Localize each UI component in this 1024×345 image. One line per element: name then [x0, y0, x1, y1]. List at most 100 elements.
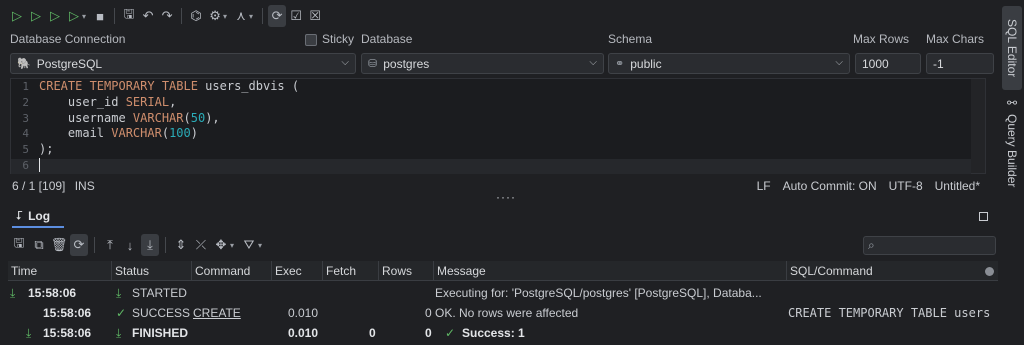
database-value: postgres	[383, 56, 430, 71]
column-header-fetch[interactable]: Fetch	[323, 261, 379, 281]
max-rows-input[interactable]: 1000	[855, 53, 921, 74]
execute-current-icon[interactable]: ▷	[27, 5, 45, 27]
sticky-checkbox[interactable]	[305, 34, 317, 46]
database-connection-value: PostgreSQL	[36, 56, 103, 71]
auto-commit-status[interactable]: Auto Commit: ON	[783, 179, 877, 193]
tab-log[interactable]: ⮦ Log	[16, 208, 50, 223]
line-number: 4	[22, 127, 29, 141]
toolbar-separator	[165, 237, 166, 253]
active-tab-indicator	[12, 226, 64, 228]
row-status: FINISHED	[132, 326, 189, 340]
toolbar-separator	[181, 8, 183, 24]
auto-commit-toggle-icon[interactable]: ⟳	[268, 5, 287, 27]
settings-menu-caret-icon[interactable]: ▾	[223, 12, 227, 21]
schema-select[interactable]: ⚭ public ⌵	[608, 53, 850, 74]
row-exec: 0.010	[288, 306, 319, 320]
redo-history-icon[interactable]: ↷	[158, 5, 176, 27]
tab-query-builder[interactable]: ⚯ Query Builder	[1002, 94, 1022, 190]
success-check-icon: ✓	[116, 306, 127, 320]
max-rows-value: 1000	[862, 56, 889, 71]
chevron-down-icon: ⌵	[341, 57, 349, 68]
undo-history-icon[interactable]: ↶	[139, 5, 157, 27]
collapse-icon[interactable]: ⤫	[192, 234, 210, 256]
code-line: username VARCHAR(50),	[39, 110, 220, 125]
file-name: Untitled*	[934, 179, 980, 193]
cursor-position: 6 / 1 [109]	[12, 179, 66, 193]
code-line: CREATE TEMPORARY TABLE users_dbvis (	[39, 79, 300, 93]
database-icon: ⛁	[368, 58, 378, 70]
table-row[interactable]: 15:58:06 ✓ SUCCESS CREATE 0.010 0 OK. No…	[8, 303, 998, 323]
max-rows-label: Max Rows	[853, 32, 910, 46]
execute-menu-caret-icon[interactable]: ▾	[82, 12, 86, 21]
settings-gear-icon[interactable]: ⚙	[206, 5, 224, 27]
sql-editor[interactable]: 1 2 3 4 5 6 CREATE TEMPORARY TABLE users…	[10, 78, 986, 174]
copy-icon[interactable]: ⧉	[30, 234, 48, 256]
auto-scroll-icon[interactable]: ⤓	[141, 234, 159, 256]
max-chars-value: -1	[933, 56, 944, 71]
scroll-down-icon[interactable]: ↓	[121, 234, 139, 256]
line-number: 6	[22, 158, 29, 172]
log-search-input[interactable]: ⌕	[863, 236, 996, 255]
max-chars-input[interactable]: -1	[926, 53, 994, 74]
save-icon[interactable]: 🖫	[120, 5, 138, 27]
filter-icon[interactable]: ⛛	[240, 234, 258, 256]
database-connection-select[interactable]: 🐘 PostgreSQL ⌵	[10, 53, 356, 74]
row-exec: 0.010	[288, 326, 319, 340]
insert-mode: INS	[74, 179, 95, 193]
row-command-link[interactable]: CREATE	[193, 306, 241, 320]
execute-buffer-icon[interactable]: ▷	[46, 5, 64, 27]
move-icon[interactable]: ✥	[212, 234, 230, 256]
commit-mode-icon[interactable]: ⋏	[232, 5, 250, 27]
code-line: user_id SERIAL,	[39, 94, 177, 109]
code-line	[39, 157, 299, 174]
success-check-icon: ✓	[445, 326, 456, 340]
editor-status-left: 6 / 1 [109] INS	[12, 179, 95, 193]
move-menu-caret-icon[interactable]: ▾	[230, 241, 234, 250]
sql-code[interactable]: CREATE TEMPORARY TABLE users_dbvis ( use…	[39, 79, 299, 174]
scroll-top-icon[interactable]: ⤒	[101, 234, 119, 256]
commit-menu-caret-icon[interactable]: ▾	[249, 12, 253, 21]
column-header-rows[interactable]: Rows	[379, 261, 434, 281]
database-select[interactable]: ⛁ postgres ⌵	[361, 53, 604, 74]
execute-explain-icon[interactable]: ▷	[65, 5, 83, 27]
line-number-gutter: 1 2 3 4 5 6	[11, 79, 33, 174]
encoding[interactable]: UTF-8	[889, 179, 923, 193]
column-options-icon[interactable]	[985, 267, 994, 276]
column-header-status[interactable]: Status	[112, 261, 192, 281]
delete-icon[interactable]: 🗑	[50, 234, 68, 256]
table-row[interactable]: ⤓ 15:58:06 ⤓ STARTED Executing for: 'Pos…	[8, 283, 998, 303]
row-message: Executing for: 'PostgreSQL/postgres' [Po…	[435, 286, 762, 300]
chevron-down-icon: ⌵	[835, 57, 843, 68]
row-rows: 0	[425, 306, 432, 320]
expand-icon[interactable]: ⇕	[172, 234, 190, 256]
splitter-handle[interactable]: ····	[496, 190, 516, 204]
row-time: 15:58:06	[28, 286, 77, 300]
column-header-time[interactable]: Time	[8, 261, 112, 281]
toolbar-separator	[94, 237, 95, 253]
column-header-sql-command[interactable]: SQL/Command	[787, 261, 998, 281]
commit-icon[interactable]: ☑	[287, 5, 305, 27]
save-log-icon[interactable]: 🖫	[10, 234, 28, 256]
column-header-exec[interactable]: Exec	[272, 261, 323, 281]
right-side-panel: SQL Editor ⚯ Query Builder	[1002, 0, 1024, 200]
rollback-icon[interactable]: ☒	[306, 5, 324, 27]
row-time: 15:58:06	[43, 306, 92, 320]
maximize-icon[interactable]	[979, 212, 988, 221]
line-ending[interactable]: LF	[757, 179, 771, 193]
execute-icon[interactable]: ▷	[8, 5, 26, 27]
stop-icon[interactable]: ■	[91, 5, 109, 27]
database-connection-label: Database Connection	[10, 32, 126, 46]
toolbar-separator	[114, 8, 116, 24]
log-toolbar: 🖫 ⧉ 🗑 ⟳ ⤒ ↓ ⤓ ⇕ ⤫ ✥ ▾ ⛛ ▾	[10, 234, 266, 256]
row-message: OK. No rows were affected	[435, 306, 579, 320]
sticky-label: Sticky	[322, 32, 355, 46]
table-row[interactable]: ⤓ 15:58:06 ⤓ FINISHED 0.010 0 0 ✓ Succes…	[8, 323, 998, 343]
format-icon[interactable]: ⌬	[187, 5, 205, 27]
editor-scrollbar[interactable]	[971, 79, 985, 173]
tab-sql-editor[interactable]: SQL Editor	[1002, 6, 1022, 90]
auto-clear-icon[interactable]: ⟳	[70, 234, 88, 256]
column-header-message[interactable]: Message	[434, 261, 787, 281]
tab-query-builder-label: Query Builder	[1005, 114, 1019, 188]
column-header-command[interactable]: Command	[192, 261, 272, 281]
filter-menu-caret-icon[interactable]: ▾	[258, 241, 262, 250]
